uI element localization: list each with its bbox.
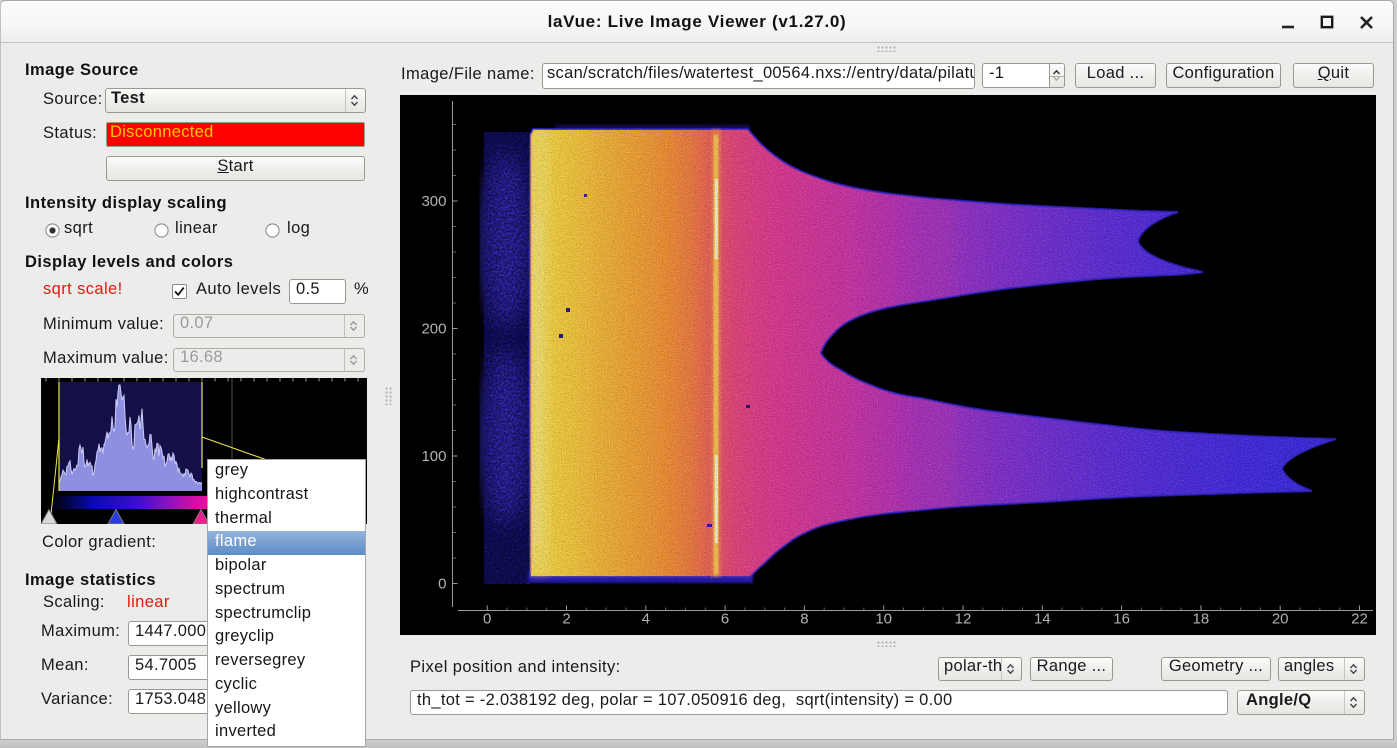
- svg-text:10: 10: [875, 611, 892, 628]
- svg-text:14: 14: [1034, 611, 1051, 628]
- svg-text:6: 6: [721, 611, 729, 628]
- svg-text:18: 18: [1193, 611, 1210, 628]
- svg-text:4: 4: [642, 611, 650, 628]
- svg-text:20: 20: [1272, 611, 1289, 628]
- svg-text:16: 16: [1113, 611, 1130, 628]
- svg-text:100: 100: [421, 448, 446, 465]
- svg-text:200: 200: [421, 321, 446, 338]
- svg-text:0: 0: [438, 576, 446, 593]
- svg-text:300: 300: [421, 193, 446, 210]
- svg-text:2: 2: [562, 611, 570, 628]
- svg-text:22: 22: [1351, 611, 1368, 628]
- svg-text:8: 8: [800, 611, 808, 628]
- svg-text:12: 12: [955, 611, 972, 628]
- svg-text:0: 0: [483, 611, 491, 628]
